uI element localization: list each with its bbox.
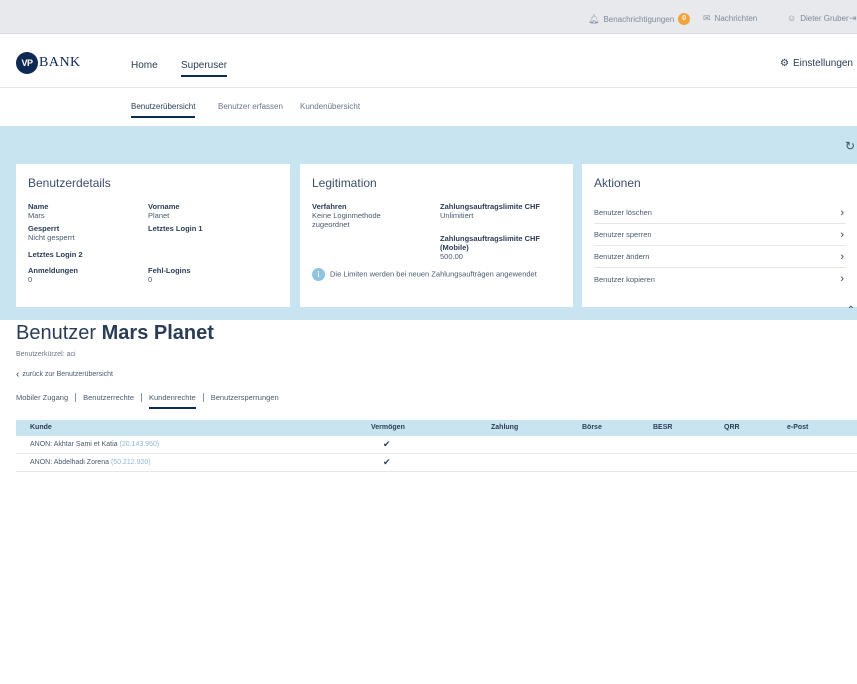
tab-customer-rights[interactable]: Kundenrechte [141,392,203,409]
field-payment-limit-mobile: Zahlungsauftragslimite CHF (Mobile) 500.… [440,234,541,261]
nav-home[interactable]: Home [131,60,158,71]
table-row[interactable]: ANON: Akhtar Sami et Katia (20.143.960) … [16,436,857,454]
chevron-right-icon: › [840,250,844,263]
legitimation-title: Legitimation [312,176,377,190]
user-full-name: Mars Planet [101,322,214,344]
actions-card: Aktionen Benutzer löschen › Benutzer spe… [582,164,857,307]
messages-link[interactable]: ✉ Nachrichten [703,13,757,24]
subnav-benutzeruebersicht[interactable]: Benutzerübersicht [131,102,196,118]
subnav-kundenuebersicht[interactable]: Kundenübersicht [300,102,360,111]
refresh-icon[interactable]: ↻ [845,139,855,153]
chevron-up-icon[interactable]: ⌃ [847,305,855,316]
legitimation-card: Legitimation Verfahren Keine Loginmethod… [300,164,573,307]
sub-navigation: Benutzerübersicht Benutzer erfassen Kund… [0,88,857,126]
customer-number: (50.212.920) [110,459,151,466]
table-row[interactable]: ANON: Abdelhadi Zorena (50.212.920) ✔ [16,454,857,472]
field-last-login-2: Letztes Login 2 [28,250,83,259]
field-firstname: Vorname Planet [148,202,180,220]
tab-user-rights[interactable]: Benutzerrechte [75,392,141,402]
envelope-icon: ✉ [703,13,711,23]
messages-label: Nachrichten [714,14,758,23]
action-delete-user[interactable]: Benutzer löschen › [594,202,846,224]
column-qrr[interactable]: QRR [724,424,740,431]
action-edit-user[interactable]: Benutzer ändern › [594,246,846,268]
user-details-title: Benutzerdetails [28,176,111,190]
back-to-overview-link[interactable]: ‹ zurück zur Benutzerübersicht [16,369,113,380]
customer-name: ANON: Akhtar Sami et Katia (20.143.960) [30,441,160,448]
field-fail-logins: Fehl-Logins 0 [148,266,191,284]
column-zahlung[interactable]: Zahlung [491,424,518,431]
subnav-benutzer-erfassen[interactable]: Benutzer erfassen [218,102,283,111]
page-title: Benutzer Mars Planet [16,322,214,344]
logo-text: BANK [39,55,81,70]
chevron-right-icon: › [840,228,844,241]
tab-user-blocks[interactable]: Benutzersperrungen [202,392,286,402]
checkmark-icon: ✔ [383,457,391,467]
nav-superuser[interactable]: Superuser [181,60,228,77]
limit-info-text: Die Limiten werden bei neuen Zahlungsauf… [330,269,537,279]
chevron-right-icon: › [840,273,844,285]
chevron-left-icon: ‹ [16,369,20,380]
bell-icon: 🔔︎ [588,13,600,24]
column-kunde[interactable]: Kunde [30,424,52,431]
settings-link[interactable]: ⚙ Einstellungen [780,58,853,69]
customer-number: (20.143.960) [119,441,160,448]
column-boerse[interactable]: Börse [582,424,602,431]
field-last-login-1: Letztes Login 1 [148,224,203,233]
utility-bar: 🔔︎ Benachrichtigungen 0 ✉ Nachrichten ☺ … [0,0,857,34]
logout-link[interactable]: ⇥ [849,13,857,24]
user-details-card: Benutzerdetails Name Mars Vorname Planet… [16,164,290,307]
column-vermoegen[interactable]: Vermögen [371,424,405,431]
field-logins: Anmeldungen 0 [28,266,78,284]
logout-icon: ⇥ [849,13,857,23]
gear-icon: ⚙ [779,58,789,69]
notifications-badge: 0 [678,13,691,25]
info-icon: i [312,268,325,281]
field-blocked: Gesperrt Nicht gesperrt [28,224,75,242]
field-payment-limit: Zahlungsauftragslimite CHF Unlimitiert [440,202,541,220]
user-shortname: Benutzerkürzel: aci [16,351,76,358]
customer-name: ANON: Abdelhadi Zorena (50.212.920) [30,459,151,466]
user-menu[interactable]: ☺ Dieter Gruber [787,13,849,23]
tab-mobile-access[interactable]: Mobiler Zugang [16,393,75,402]
actions-title: Aktionen [594,176,641,190]
column-besr[interactable]: BESR [653,424,672,431]
field-method: Verfahren Keine Loginmethode zugeordnet [312,202,381,229]
back-label: zurück zur Benutzerübersicht [22,371,113,378]
user-icon: ☺ [787,13,797,23]
logo-mark: VP [16,52,38,74]
limit-info-note: i Die Limiten werden bei neuen Zahlungsau… [312,268,562,281]
settings-label: Einstellungen [792,58,853,69]
vp-bank-logo[interactable]: VP BANK [16,52,81,74]
user-tabs: Mobiler Zugang Benutzerrechte Kundenrech… [16,389,286,409]
table-header: Kunde Vermögen Zahlung Börse BESR QRR e-… [16,420,857,436]
notifications-link[interactable]: 🔔︎ Benachrichtigungen 0 [588,13,691,25]
field-name: Name Mars [28,202,49,220]
notifications-label: Benachrichtigungen [603,14,675,24]
action-copy-user[interactable]: Benutzer kopieren › [594,268,846,290]
action-block-user[interactable]: Benutzer sperren › [594,224,846,246]
user-name: Dieter Gruber [800,13,849,23]
main-header: VP BANK Home Superuser ⚙ Einstellungen [0,34,857,88]
checkmark-icon: ✔ [383,439,391,449]
column-epost[interactable]: e-Post [787,424,808,431]
chevron-right-icon: › [840,206,844,219]
